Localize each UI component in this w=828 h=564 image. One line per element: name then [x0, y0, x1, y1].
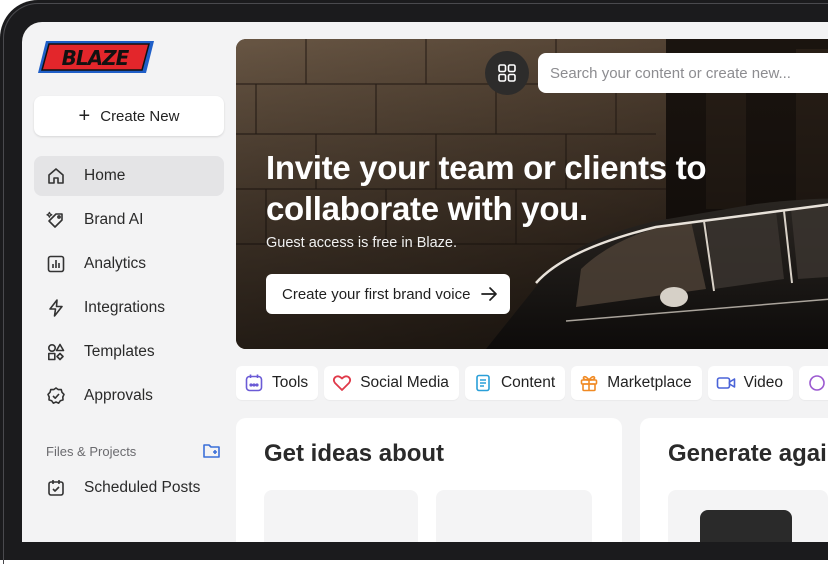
apps-grid-button[interactable] — [485, 51, 529, 95]
chart-icon — [47, 255, 65, 273]
chip-label: Video — [743, 374, 784, 391]
search-placeholder: Search your content or create new... — [550, 64, 791, 82]
more-category-icon — [809, 375, 825, 391]
tag-sparkle-icon — [46, 211, 63, 228]
calendar-icon — [245, 374, 263, 392]
sidebar-item-scheduled-posts[interactable]: Scheduled Posts — [34, 468, 224, 508]
grid-icon — [498, 64, 516, 82]
blaze-logo[interactable]: BLAZE — [38, 40, 154, 74]
sidebar-item-integrations[interactable]: Integrations — [34, 288, 224, 328]
sidebar-item-label: Home — [84, 167, 126, 184]
sidebar-item-label: Scheduled Posts — [84, 479, 201, 496]
sidebar-item-home[interactable]: Home — [34, 156, 224, 196]
card-title: Get ideas about — [264, 440, 445, 467]
gift-icon — [580, 375, 598, 392]
category-chips: Tools Social Media Content Marketplace V… — [236, 366, 828, 400]
sidebar-nav: Home Brand AI Analytics Integrations Tem… — [34, 156, 224, 420]
chip-marketplace[interactable]: Marketplace — [571, 366, 702, 400]
generated-item-tile[interactable] — [668, 490, 828, 542]
chip-tools[interactable]: Tools — [236, 366, 319, 400]
heart-icon — [333, 375, 352, 391]
calendar-check-icon — [48, 480, 64, 496]
sidebar-item-label: Brand AI — [84, 211, 144, 228]
cta-label: Create your first brand voice — [282, 285, 471, 303]
plus-icon: + — [78, 105, 91, 127]
sidebar-item-templates[interactable]: Templates — [34, 332, 224, 372]
section-label: Files & Projects — [46, 443, 137, 459]
hero-banner: Search your content or create new... Inv… — [236, 39, 828, 349]
sidebar-item-label: Integrations — [84, 299, 165, 316]
sidebar-item-analytics[interactable]: Analytics — [34, 244, 224, 284]
document-icon — [476, 374, 490, 392]
chip-social-media[interactable]: Social Media — [324, 366, 459, 400]
sidebar-item-brand-ai[interactable]: Brand AI — [34, 200, 224, 240]
hero-subtitle: Guest access is free in Blaze. — [266, 235, 457, 251]
badge-check-icon — [47, 387, 65, 404]
thumbnail-image — [700, 510, 792, 542]
get-ideas-card: Get ideas about — [236, 418, 622, 542]
create-new-label: Create New — [100, 107, 180, 125]
create-brand-voice-button[interactable]: Create your first brand voice — [266, 274, 511, 314]
sidebar-item-label: Analytics — [84, 255, 147, 272]
chip-label: Marketplace — [607, 374, 692, 391]
idea-tile[interactable] — [436, 490, 592, 542]
chip-label: Tools — [272, 374, 309, 391]
search-input[interactable]: Search your content or create new... — [538, 53, 828, 93]
section-list: Scheduled Posts — [34, 468, 224, 512]
chip-video[interactable]: Video — [707, 366, 794, 400]
chip-label: Content — [500, 374, 556, 391]
chip-more[interactable] — [799, 366, 828, 400]
add-folder-icon[interactable] — [202, 442, 222, 460]
files-projects-header: Files & Projects — [46, 442, 222, 460]
sidebar-item-label: Templates — [84, 343, 155, 360]
app-screen: BLAZE + Create New Home Brand AI Analyti… — [22, 22, 828, 542]
hero-title: Invite your team or clients to collabora… — [266, 149, 707, 227]
sidebar-item-label: Approvals — [84, 387, 153, 404]
arrow-right-icon — [481, 287, 498, 301]
idea-tile[interactable] — [264, 490, 418, 542]
create-new-button[interactable]: + Create New — [34, 96, 224, 136]
video-icon — [716, 377, 735, 389]
shapes-icon — [47, 343, 65, 361]
chip-label: Social Media — [360, 374, 449, 391]
card-title: Generate agai — [668, 440, 827, 467]
home-icon — [48, 168, 64, 184]
generate-again-card: Generate agai — [640, 418, 828, 542]
logo-wordmark: BLAZE — [62, 46, 130, 70]
chip-content[interactable]: Content — [464, 366, 566, 400]
lightning-icon — [49, 299, 63, 317]
sidebar-item-approvals[interactable]: Approvals — [34, 376, 224, 416]
